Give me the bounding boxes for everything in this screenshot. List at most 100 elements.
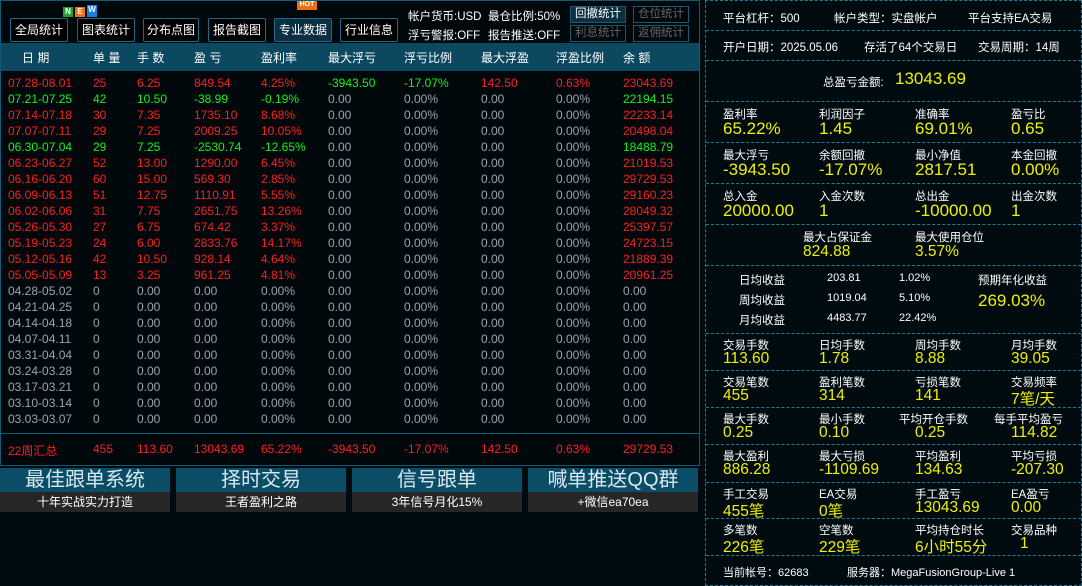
- table-cell: 0.00%: [404, 316, 439, 330]
- divider: [1, 433, 699, 434]
- alive-days: 存活了64个交易日: [864, 42, 958, 54]
- table-cell: 06.09-06.13: [8, 188, 73, 202]
- table-cell: 15.00: [137, 172, 168, 186]
- table-cell: 2651.75: [194, 204, 238, 218]
- drawdown-stats-button[interactable]: 回撤统计: [570, 6, 626, 23]
- table-cell: 04.28-05.02: [8, 284, 73, 298]
- banner-subtitle: 王者盈利之路: [176, 492, 346, 512]
- table-cell: 0.00: [137, 396, 161, 410]
- summary-cell: 13043.69: [194, 442, 245, 456]
- weekly-stats-panel: N E W HOT 全局统计 图表统计 分布点图 报告截图 专业数据 行业信息 …: [0, 0, 700, 466]
- table-cell: 0.00%: [261, 300, 296, 314]
- chart-stats-button[interactable]: 图表统计: [77, 18, 135, 42]
- table-cell: 05.05-05.09: [8, 268, 73, 282]
- table-cell: 0.00: [137, 316, 161, 330]
- table-row: 04.21-04.25 0 0.00 0.00 0.00% 0.00 0.00% 0.00 0.…: [1, 300, 699, 316]
- table-cell: 0.00: [137, 300, 161, 314]
- stat-value: 886.28: [723, 461, 771, 478]
- section-profit-ratios: 盈利率 65.22% 利润因子 1.45 准确率 69.01% 盈亏比 0.65: [706, 102, 1081, 143]
- table-cell: -17.07%: [404, 76, 449, 90]
- table-cell: 0.00: [194, 412, 218, 426]
- table-cell: 0.00: [481, 316, 505, 330]
- avg-return-label: 日均收益: [739, 275, 785, 287]
- table-cell: -3943.50: [328, 76, 376, 90]
- table-cell: 0.00%: [404, 396, 439, 410]
- table-cell: 0: [93, 396, 100, 410]
- table-cell: 1110.91: [194, 188, 236, 202]
- table-cell: 0.00%: [556, 300, 591, 314]
- table-cell: 0.00: [194, 332, 218, 346]
- table-cell: 0.00: [328, 252, 352, 266]
- banner-timing-trade[interactable]: 择时交易 王者盈利之路: [176, 468, 346, 512]
- stat-label: 交易品种: [1011, 525, 1057, 537]
- table-cell: 07.21-07.25: [8, 92, 73, 106]
- table-cell: 0.00: [481, 332, 505, 346]
- column-header: 手 数: [137, 51, 165, 65]
- table-cell: 0.00%: [556, 332, 591, 346]
- table-cell: 13.00: [137, 156, 168, 170]
- section-account: 当前帐号：62683 服务器：MegaFusionGroup-Live 1: [706, 556, 1081, 586]
- table-cell: 51: [93, 188, 107, 202]
- table-cell: 0.00%: [404, 140, 439, 154]
- total-pl-label: 总盈亏金额:: [823, 77, 884, 89]
- stat-value: 69.01%: [915, 119, 973, 138]
- scatter-plot-button[interactable]: 分布点图: [143, 18, 199, 42]
- table-cell: 0.00%: [404, 332, 439, 346]
- table-cell: 03.24-03.28: [8, 364, 73, 378]
- table-row: 05.19-05.23 24 6.00 2833.76 14.17% 0.00 0.00% 0…: [1, 236, 699, 252]
- summary-cell: -17.07%: [404, 442, 449, 456]
- account-summary-panel: 平台杠杆：500 帐户类型：实盘帐户 平台支持EA交易 开户日期：2025.05…: [705, 0, 1082, 586]
- table-cell: 0.00%: [556, 124, 591, 138]
- section-trade-counts: 交易笔数 455 盈利笔数 314 亏损笔数 141 交易频率 7笔/天: [706, 371, 1081, 408]
- table-cell: 7.75: [137, 204, 161, 218]
- table-header: 日 期 单 量 手 数 盈 亏 盈利率 最大浮亏 浮亏比例 最大浮盈 浮盈比例 余 额: [1, 43, 699, 71]
- table-cell: 0.00: [623, 284, 647, 298]
- table-cell: 7.35: [137, 108, 161, 122]
- table-cell: 0.00: [137, 380, 161, 394]
- table-cell: 0.00: [481, 108, 505, 122]
- table-cell: 22194.15: [623, 92, 674, 106]
- column-header: 盈 亏: [194, 51, 222, 65]
- table-cell: 42: [93, 252, 107, 266]
- column-header: 浮盈比例: [556, 51, 605, 65]
- table-cell: 0.00%: [556, 220, 591, 234]
- current-account: 当前帐号：62683: [723, 567, 809, 579]
- rebate-stats-button[interactable]: 返佣统计: [633, 25, 689, 42]
- table-cell: 0.00: [328, 220, 352, 234]
- banner-copy-trading[interactable]: 最佳跟单系统 十年实战实力打造: [0, 468, 170, 512]
- hot-badge: HOT: [297, 1, 317, 10]
- table-cell: 0.00%: [556, 108, 591, 122]
- table-cell: 0.00: [328, 332, 352, 346]
- table-cell: 0.00: [623, 396, 647, 410]
- pro-data-button[interactable]: 专业数据: [274, 18, 332, 42]
- banner-signal[interactable]: 信号跟单 3年信号月化15%: [352, 468, 522, 512]
- interest-stats-button[interactable]: 利息统计: [570, 25, 626, 42]
- stat-value: 7笔/天: [1011, 391, 1055, 408]
- banner-qq-group[interactable]: 喊单推送QQ群 +微信ea70ea: [528, 468, 698, 512]
- new-badge-e: E: [75, 7, 85, 17]
- table-cell: 03.17-03.21: [8, 380, 73, 394]
- report-screenshot-button[interactable]: 报告截图: [208, 18, 266, 42]
- table-cell: 0.00: [328, 268, 352, 282]
- table-cell: 1290.00: [194, 156, 238, 170]
- section-lot-sizes: 最大手数 0.25 最小手数 0.10 平均开仓手数 0.25 每手平均盈亏 114.82: [706, 408, 1081, 445]
- table-cell: 07.28-08.01: [8, 76, 73, 90]
- section-profit-loss: 最大盈利 886.28 最大亏损 -1109.69 平均盈利 134.63 平均亏损 -207…: [706, 445, 1081, 483]
- industry-info-button[interactable]: 行业信息: [340, 18, 398, 42]
- table-cell: 06.23-06.27: [8, 156, 73, 170]
- table-cell: 0.00%: [556, 204, 591, 218]
- table-cell: 29160.23: [623, 188, 674, 202]
- stat-value: -17.07%: [819, 160, 883, 179]
- table-cell: 20961.25: [623, 268, 674, 282]
- table-cell: 0.00%: [556, 156, 591, 170]
- table-cell: 25: [93, 76, 107, 90]
- table-cell: 849.54: [194, 76, 231, 90]
- position-stats-button[interactable]: 仓位统计: [633, 6, 689, 23]
- stat-value: -10000.00: [915, 201, 992, 220]
- global-stats-button[interactable]: 全局统计: [10, 18, 68, 42]
- table-cell: 0.00: [623, 380, 647, 394]
- table-cell: 0: [93, 364, 100, 378]
- table-cell: 6.45%: [261, 156, 296, 170]
- banner-subtitle: 3年信号月化15%: [352, 492, 522, 512]
- float-loss-alert: 浮亏警报:OFF: [408, 30, 481, 42]
